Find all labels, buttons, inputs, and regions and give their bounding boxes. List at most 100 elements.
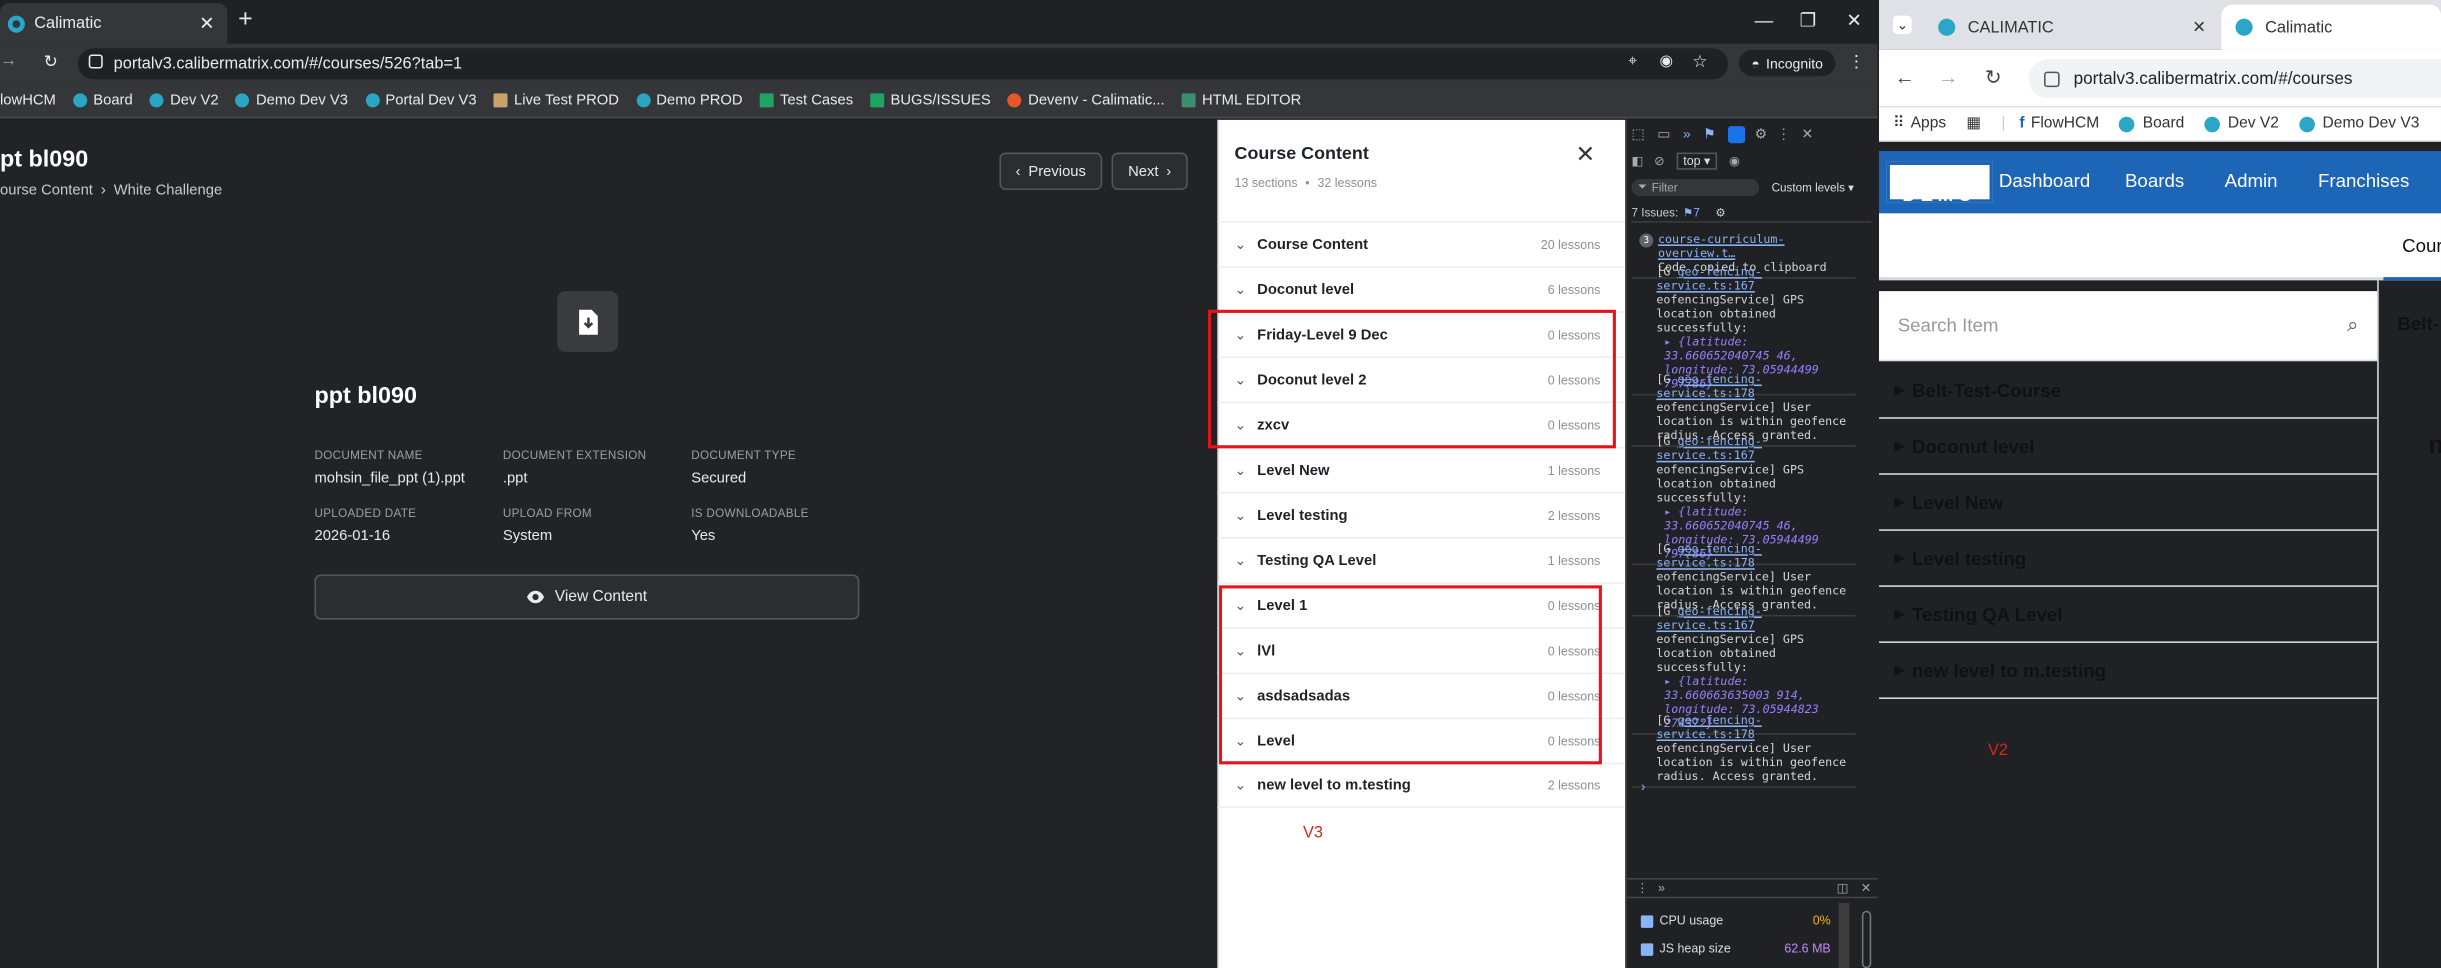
bookmark-demo-prod[interactable]: Demo PROD (636, 92, 743, 109)
bookmark-board[interactable]: Board (72, 92, 133, 109)
course-list-item[interactable]: ▶ new level to m.testing (1879, 643, 2378, 699)
bookmark-html-editor[interactable]: HTML EDITOR (1181, 92, 1301, 109)
previous-button[interactable]: ‹ Previous (999, 152, 1103, 190)
caret-right-icon: ▶ (1894, 495, 1905, 510)
bookmark-board[interactable]: Board (2119, 115, 2184, 132)
eye-icon[interactable]: ◉ (1729, 154, 1740, 168)
incognito-badge[interactable]: ◓ Incognito (1738, 49, 1836, 77)
right-bookmarks-bar: ⠿ Apps ▦ | f FlowHCM Board Dev V2 Demo Dev… (1879, 107, 2441, 142)
settings-icon[interactable]: ⚙ (1715, 205, 1725, 219)
forward-icon[interactable]: → (0, 51, 17, 70)
address-bar[interactable]: portalv3.calibermatrix.com/#/courses (2028, 59, 2441, 99)
close-icon[interactable]: ✕ (1861, 881, 1871, 895)
source-link[interactable]: course-curriculum-overview.t… (1658, 232, 1856, 260)
bookmark-dev-v2[interactable]: Dev V2 (149, 92, 219, 109)
minimize-icon[interactable]: — (1754, 9, 1773, 31)
kebab-icon[interactable]: ⋮ (1636, 881, 1648, 895)
breadcrumb-item[interactable]: White Challenge (114, 182, 223, 199)
bookmark-test-cases[interactable]: Test Cases (759, 92, 853, 109)
course-list-item[interactable]: ▶ Testing QA Level (1879, 587, 2378, 643)
bookmark-devenv[interactable]: Devenv - Calimatic... (1007, 92, 1165, 109)
course-list-item[interactable]: ▶ Level New (1879, 475, 2378, 531)
clear-icon[interactable]: ⊘ (1654, 154, 1664, 168)
bookmark-demo-dev-v3[interactable]: Demo Dev V3 (2299, 115, 2419, 132)
nav-boards[interactable]: Boards (2125, 170, 2184, 192)
bookmark-dev-v2[interactable]: Dev V2 (2204, 115, 2279, 132)
section-row[interactable]: ⌄ Testing QA Level 1 lessons (1217, 537, 1626, 582)
dock-icon[interactable]: ◫ (1837, 881, 1849, 895)
search-box[interactable]: Search Item ⌕ (1879, 291, 2378, 362)
reload-icon[interactable]: ↻ (1985, 65, 2002, 90)
more-tabs-icon[interactable]: » (1658, 881, 1665, 895)
tab-calimatic[interactable]: Calimatic ✕ (0, 3, 228, 44)
location-icon[interactable]: ⌖ (1628, 53, 1637, 70)
tab-groups-icon[interactable]: ▦ (1966, 115, 1981, 132)
nav-admin[interactable]: Admin (2225, 170, 2278, 192)
course-list-item[interactable]: ▶ Doconut level (1879, 419, 2378, 475)
scrollbar[interactable] (1838, 902, 1850, 968)
breadcrumb-item[interactable]: ourse Content (0, 182, 93, 199)
reload-icon[interactable]: ↻ (44, 51, 58, 72)
sidebar-icon[interactable]: ◧ (1631, 154, 1643, 168)
close-icon[interactable]: ✕ (2192, 18, 2206, 37)
tab-calimatic-active[interactable]: Calimatic (2221, 4, 2441, 50)
checkbox-icon[interactable] (1640, 914, 1654, 928)
filter-input[interactable]: ⏷ Filter (1631, 178, 1760, 196)
issues-counter[interactable]: ⚑7 (1683, 205, 1700, 219)
extension-icon[interactable] (1728, 125, 1746, 143)
new-tab-icon[interactable]: + (238, 7, 253, 32)
bookmark-live-test-prod[interactable]: Live Test PROD (493, 92, 619, 109)
console-prompt-icon[interactable]: › (1641, 778, 1646, 794)
next-button[interactable]: Next › (1111, 152, 1188, 190)
incognito-label: Incognito (1766, 55, 1823, 71)
messages-icon[interactable]: ⚑ (1703, 125, 1716, 142)
tab-calimatic-upper[interactable]: CALIMATIC ✕ (1924, 5, 2220, 50)
back-icon[interactable]: ← (1895, 65, 1915, 88)
context-select[interactable]: top ▾ (1677, 152, 1717, 170)
view-content-button[interactable]: View Content (314, 574, 860, 620)
gear-icon[interactable]: ⚙ (1755, 125, 1768, 142)
bookmark-portal-dev-v3[interactable]: Portal Dev V3 (365, 92, 477, 109)
bookmark-flowhcm[interactable]: f FlowHCM (2019, 115, 2099, 132)
close-icon[interactable]: ✕ (199, 14, 215, 33)
eye-off-icon[interactable]: ◉ (1660, 53, 1674, 70)
site-info-icon[interactable] (88, 54, 103, 69)
device-icon[interactable]: ▭ (1657, 125, 1670, 142)
section-row[interactable]: ⌄ Doconut level 6 lessons (1217, 266, 1626, 311)
scrollbar-thumb[interactable] (1861, 910, 1872, 968)
demo-logo[interactable]: DEMO (1886, 161, 1993, 205)
meta-label: IS DOWNLOADABLE (691, 505, 809, 520)
section-row[interactable]: ⌄ Course Content 20 lessons (1217, 221, 1626, 266)
section-row[interactable]: ⌄ new level to m.testing 2 lessons (1217, 762, 1626, 808)
inspect-icon[interactable]: ⬚ (1631, 125, 1644, 142)
drawer-title: Course Content (1234, 144, 1369, 164)
course-list-item[interactable]: ▶ Belt-Test-Course (1879, 363, 2378, 419)
checkbox-icon[interactable] (1640, 942, 1654, 956)
menu-icon[interactable]: ⋮ (1848, 51, 1865, 72)
more-tabs-icon[interactable]: » (1683, 126, 1691, 142)
bookmark-apps[interactable]: ⠿ Apps (1893, 115, 1946, 132)
message-prefix: [G (1656, 604, 1678, 619)
chevron-left-icon: ‹ (1015, 162, 1021, 180)
levels-dropdown[interactable]: Custom levels ▾ (1772, 180, 1854, 194)
tab-courses[interactable]: Cour (2383, 213, 2441, 281)
forward-icon[interactable]: → (1938, 65, 1958, 88)
bookmark-flowhcm[interactable]: lowHCM (0, 92, 56, 109)
section-row[interactable]: ⌄ Level New 1 lessons (1217, 446, 1626, 492)
nav-dashboard[interactable]: Dashboard (1999, 170, 2090, 192)
nav-franchises[interactable]: Franchises (2318, 170, 2409, 192)
close-icon[interactable]: ✕ (1801, 125, 1813, 142)
window-close-icon[interactable]: ✕ (1846, 9, 1862, 31)
url-text[interactable]: portalv3.calibermatrix.com/#/courses/526… (114, 54, 462, 73)
course-list-item[interactable]: ▶ Level testing (1879, 531, 2378, 587)
message-text: eofencingService] GPS location obtained … (1656, 462, 1805, 505)
kebab-icon[interactable]: ⋮ (1777, 125, 1791, 142)
close-icon[interactable]: ✕ (1575, 140, 1595, 168)
bookmark-bugs-issues[interactable]: BUGS/ISSUES (870, 92, 991, 109)
section-row[interactable]: ⌄ Level testing 2 lessons (1217, 491, 1626, 537)
restore-icon[interactable]: ❐ (1800, 9, 1817, 31)
tab-search-icon[interactable]: ⌄ (1893, 15, 1912, 35)
search-icon[interactable]: ⌕ (2347, 313, 2358, 338)
bookmark-demo-dev-v3[interactable]: Demo Dev V3 (235, 92, 348, 109)
star-icon[interactable]: ☆ (1692, 51, 1707, 72)
